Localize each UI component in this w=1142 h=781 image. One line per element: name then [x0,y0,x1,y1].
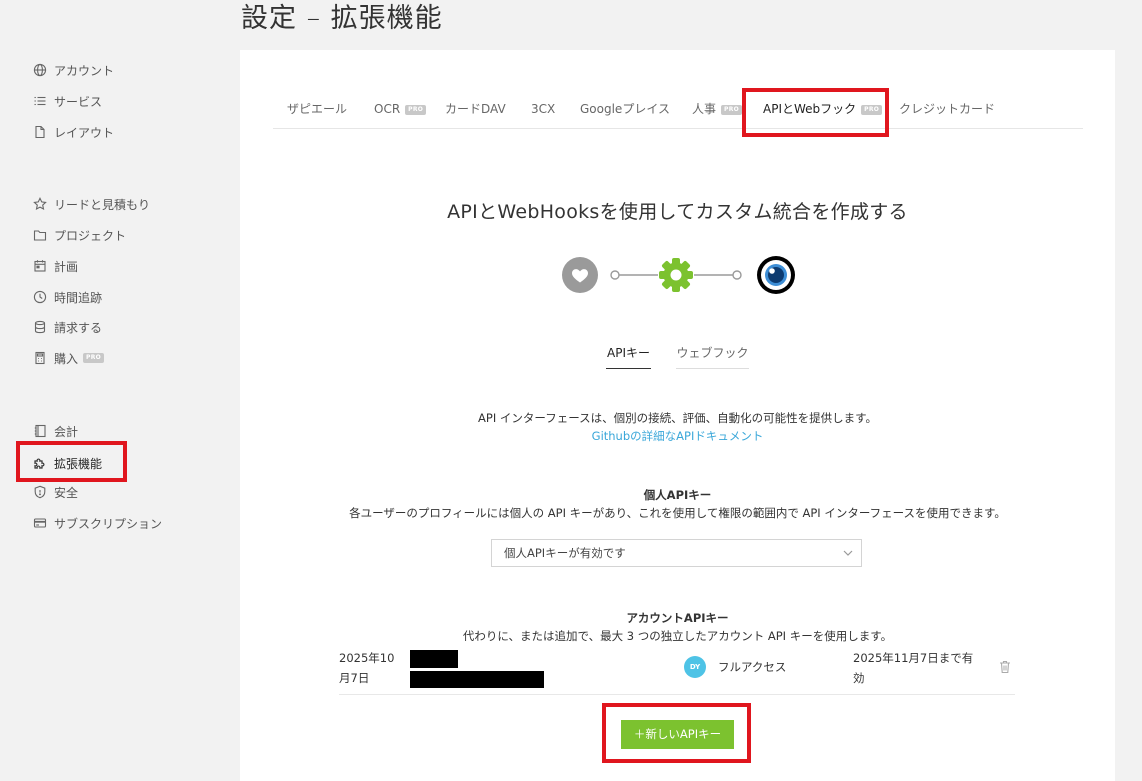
date-line: 2025年11月7日まで有 [853,651,974,665]
gear-icon [659,258,693,292]
chevron-down-icon [843,550,853,556]
pro-badge: PRO [721,104,743,115]
account-api-title: アカウントAPIキー [626,611,729,625]
sidebar-item-billing[interactable]: 請求する [33,316,102,338]
main-panel: ザピエール OCR PRO カードDAV 3CX Googleプレイス 人事 PRO… [240,50,1115,781]
date-line: 2025年10 [339,651,395,665]
sidebar: アカウント サービス レイアウト リードと見積もり プロジェクト 計画 時間追跡… [0,0,230,781]
date-line: 月7日 [339,671,370,685]
subtab-api-keys[interactable]: APIキー [606,344,651,369]
file-icon [33,125,47,139]
globe-icon [33,63,47,77]
tab-label: OCR [374,102,401,116]
subtab-label: ウェブフック [676,346,749,360]
sidebar-item-label: アカウント [54,63,115,78]
page-title: 設定 – 拡張機能 [241,3,443,34]
api-intro-text: API インターフェースは、個別の接続、評価、自動化の可能性を提供します。 [478,411,877,425]
tab-carddav[interactable]: カードDAV [445,92,506,128]
personal-api-description: 各ユーザーのプロフィールには個人の API キーがあり、これを使用して権限の範囲… [349,506,1006,520]
section-heading: APIとWebHooksを使用してカスタム統合を作成する [447,201,908,223]
extension-tabs: ザピエール OCR PRO カードDAV 3CX Googleプレイス 人事 PRO… [273,92,1083,129]
tab-google-places[interactable]: Googleプレイス [580,92,670,128]
credit-card-icon [33,516,47,530]
shield-icon [33,485,47,499]
heart-icon [562,257,598,293]
sidebar-item-account[interactable]: アカウント [33,59,114,81]
folder-icon [33,228,47,242]
subtab-webhooks[interactable]: ウェブフック [676,344,749,369]
tab-3cx[interactable]: 3CX [531,92,555,128]
date-line: 効 [853,671,865,685]
key-access-level: フルアクセス [718,660,787,674]
calendar-icon [33,259,47,273]
account-api-description: 代わりに、または追加で、最大 3 つの独立したアカウント API キーを使用しま… [462,629,893,643]
sidebar-item-label: 購入 [54,351,79,366]
book-icon [33,424,47,438]
key-created-date: 2025年10 月7日 [339,648,394,688]
tab-hr[interactable]: 人事 PRO [692,92,743,128]
redacted-key-value [410,671,544,688]
subtab-label: APIキー [607,346,650,360]
sidebar-item-services[interactable]: サービス [33,90,102,112]
avatar: DY [684,656,706,678]
list-icon [33,94,47,108]
sidebar-item-layout[interactable]: レイアウト [33,121,114,143]
tab-label: 人事 [692,102,717,116]
table-row: 2025年10 月7日 DY フルアクセス 2025年11月7日まで有 効 [339,648,1015,695]
select-value: 個人APIキーが有効です [504,546,626,560]
integration-steps [562,256,795,294]
sidebar-item-label: 計画 [54,259,79,274]
personal-api-title: 個人APIキー [643,488,712,502]
sidebar-item-time-tracking[interactable]: 時間追跡 [33,286,102,308]
tab-zapier[interactable]: ザピエール [287,92,347,128]
key-valid-until: 2025年11月7日まで有 効 [853,648,973,688]
trash-icon[interactable] [999,660,1011,674]
sidebar-item-subscription[interactable]: サブスクリプション [33,512,162,534]
tab-label: カードDAV [445,102,506,116]
eye-icon [757,256,795,294]
tab-label: 3CX [531,102,556,116]
api-webhooks-tab-highlight-box [742,88,889,137]
sidebar-item-label: サービス [54,94,103,109]
sidebar-item-planning[interactable]: 計画 [33,255,78,277]
sidebar-item-label: 会計 [54,424,79,439]
sidebar-item-label: サブスクリプション [54,516,163,531]
sidebar-item-purchase[interactable]: 購入 PRO [33,347,105,369]
sidebar-item-security[interactable]: 安全 [33,481,78,503]
sidebar-item-label: プロジェクト [54,228,127,243]
pro-badge: PRO [405,104,427,115]
star-icon [33,197,47,211]
pro-badge: PRO [83,353,105,363]
sidebar-item-label: 時間追跡 [54,290,103,305]
tab-ocr[interactable]: OCR PRO [374,92,427,128]
tab-credit-card[interactable]: クレジットカード [899,92,995,128]
sidebar-item-accounting[interactable]: 会計 [33,420,78,442]
calculator-icon [33,351,47,365]
tab-label: ザピエール [287,102,348,116]
extensions-highlight-box [16,441,127,482]
step-node [732,270,742,280]
redacted-key-name [410,650,458,668]
step-node [610,270,620,280]
api-docs-link[interactable]: Githubの詳細なAPIドキュメント [240,428,1115,444]
clock-icon [33,290,47,304]
sidebar-item-projects[interactable]: プロジェクト [33,224,126,246]
new-api-key-highlight-box [602,703,751,763]
sidebar-item-leads[interactable]: リードと見積もり [33,193,150,215]
tab-label: クレジットカード [899,102,996,116]
tab-label: Googleプレイス [580,102,670,116]
personal-api-select[interactable]: 個人APIキーが有効です [491,539,862,567]
sidebar-item-label: 安全 [54,485,79,500]
database-icon [33,320,47,334]
sidebar-item-label: レイアウト [54,125,115,140]
sidebar-item-label: 請求する [54,320,103,335]
sidebar-item-label: リードと見積もり [54,197,151,212]
